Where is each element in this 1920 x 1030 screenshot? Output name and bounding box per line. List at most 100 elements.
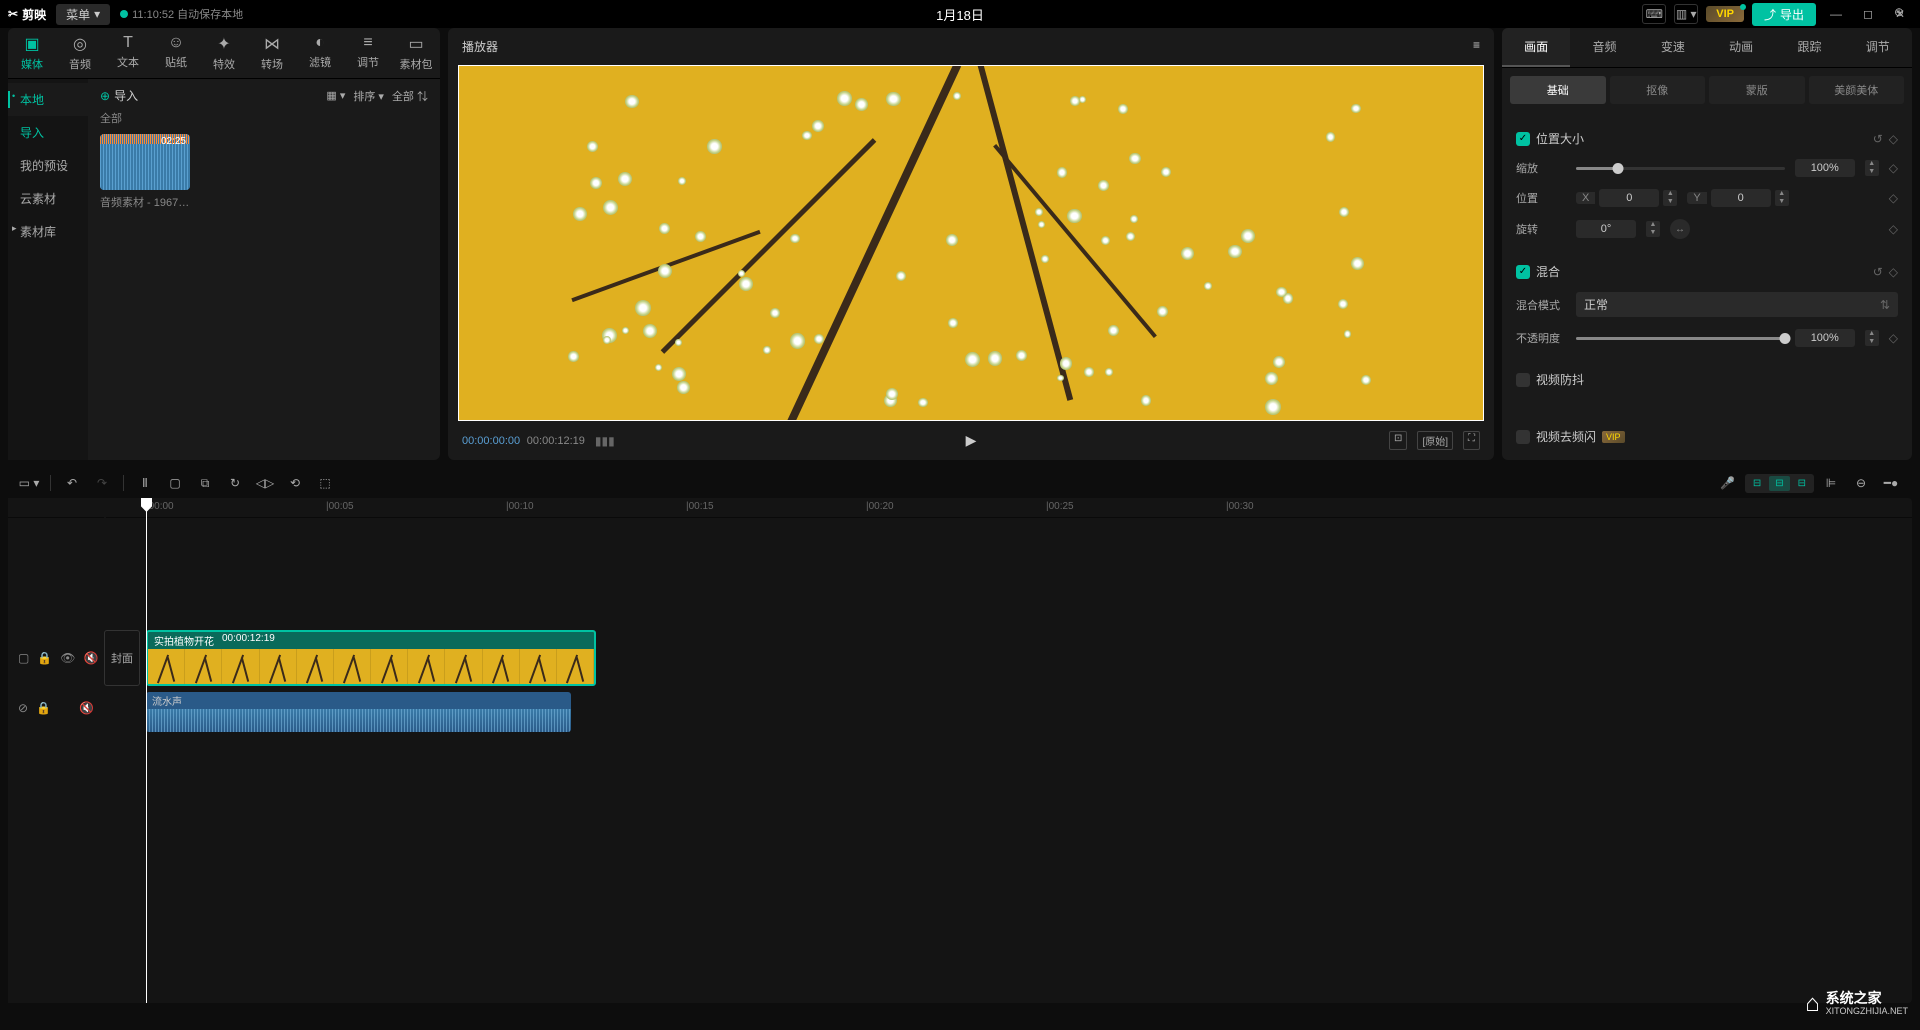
pos-keyframe-icon[interactable]: ◇ bbox=[1889, 191, 1898, 205]
opacity-value[interactable]: 100% bbox=[1795, 329, 1855, 347]
layout-toggle-icon[interactable]: ▦ ▾ bbox=[326, 89, 345, 102]
props-tab-track[interactable]: 跟踪 bbox=[1775, 28, 1843, 67]
track-eye-icon[interactable]: 👁 bbox=[60, 651, 75, 665]
pos-size-checkbox[interactable]: ✓ bbox=[1516, 132, 1530, 146]
blend-keyframe-icon[interactable]: ◇ bbox=[1889, 265, 1898, 279]
snap-1[interactable]: ⊟ bbox=[1747, 476, 1767, 491]
props-tab-adjust[interactable]: 调节 bbox=[1844, 28, 1912, 67]
opacity-slider[interactable] bbox=[1576, 337, 1785, 340]
split-icon[interactable]: Ⅱ bbox=[132, 471, 158, 495]
ratio-button[interactable]: [原始] bbox=[1417, 431, 1453, 450]
columns-icon[interactable]: ▮▮▮ bbox=[595, 434, 615, 448]
track-lock-icon[interactable]: 🔒 bbox=[37, 651, 52, 665]
flip-icon[interactable]: ↔ bbox=[1670, 219, 1690, 239]
sidebar-item-presets[interactable]: 我的预设 bbox=[8, 149, 88, 182]
mic-icon[interactable]: 🎤 bbox=[1715, 471, 1741, 495]
track-toggle-icon[interactable]: ▢ bbox=[18, 651, 29, 665]
tab-effects[interactable]: ✦特效 bbox=[200, 28, 248, 78]
crop-tool-icon[interactable]: ⬚ bbox=[312, 471, 338, 495]
scale-value[interactable]: 100% bbox=[1795, 159, 1855, 177]
blend-checkbox[interactable]: ✓ bbox=[1516, 265, 1530, 279]
track-mute-icon[interactable]: 🔇 bbox=[84, 651, 99, 665]
audio-track-lock-icon[interactable]: 🔒 bbox=[36, 701, 51, 715]
tab-sticker[interactable]: ☺贴纸 bbox=[152, 28, 200, 78]
rotate-icon[interactable]: ⟲ bbox=[282, 471, 308, 495]
maximize-button[interactable]: ◻ bbox=[1856, 4, 1880, 24]
tab-assets[interactable]: ▭素材包 bbox=[392, 28, 440, 78]
scale-slider[interactable] bbox=[1576, 167, 1785, 170]
scale-keyframe-icon[interactable]: ◇ bbox=[1889, 161, 1898, 175]
copy-icon[interactable]: ⧉ bbox=[192, 471, 218, 495]
sort-button[interactable]: 排序 ▾ bbox=[353, 88, 384, 104]
rotate-keyframe-icon[interactable]: ◇ bbox=[1889, 222, 1898, 236]
reverse-icon[interactable]: ↻ bbox=[222, 471, 248, 495]
blend-mode-select[interactable]: 正常⇅ bbox=[1576, 292, 1898, 317]
media-clip[interactable]: 02:25 音频素材 - 1967.mp3 bbox=[100, 134, 190, 210]
pos-x-value[interactable]: 0 bbox=[1599, 189, 1659, 207]
zoom-out-icon[interactable]: ⊖ bbox=[1848, 471, 1874, 495]
tab-text[interactable]: T文本 bbox=[104, 28, 152, 78]
video-clip[interactable]: 实拍植物开花 00:00:12:19 bbox=[146, 630, 596, 686]
props-tab-speed[interactable]: 变速 bbox=[1639, 28, 1707, 67]
snap-2[interactable]: ⊟ bbox=[1769, 476, 1789, 491]
keyboard-icon[interactable]: ⌨ bbox=[1642, 4, 1666, 24]
subtab-cutout[interactable]: 抠像 bbox=[1610, 76, 1706, 104]
props-tab-anim[interactable]: 动画 bbox=[1707, 28, 1775, 67]
opacity-keyframe-icon[interactable]: ◇ bbox=[1889, 331, 1898, 345]
align-icon[interactable]: ⊫ bbox=[1818, 471, 1844, 495]
time-current: 00:00:00:00 bbox=[462, 435, 520, 447]
sidebar-item-import[interactable]: 导入 bbox=[8, 116, 88, 149]
tab-transition[interactable]: ⋈转场 bbox=[248, 28, 296, 78]
layout-icon[interactable]: ▥ ▾ bbox=[1674, 4, 1698, 24]
snap-3[interactable]: ⊟ bbox=[1792, 476, 1812, 491]
play-button[interactable]: ▶ bbox=[966, 432, 977, 449]
tab-adjust[interactable]: ≡调节 bbox=[344, 28, 392, 78]
player-canvas[interactable] bbox=[458, 65, 1484, 421]
zoom-in-icon[interactable]: ⊕ bbox=[1886, 0, 1912, 24]
player-title: 播放器 bbox=[462, 38, 498, 55]
vip-badge[interactable]: VIP bbox=[1706, 6, 1744, 22]
props-tab-picture[interactable]: 画面 bbox=[1502, 28, 1570, 67]
video-track-controls: ▢ 🔒 👁 🔇 bbox=[8, 628, 104, 688]
export-button[interactable]: ⤴导出 bbox=[1752, 3, 1816, 26]
zoom-slider-icon[interactable]: ━● bbox=[1878, 471, 1904, 495]
timeline-ruler[interactable]: |00:00 |00:05 |00:10 |00:15 |00:20 |00:2… bbox=[106, 498, 1912, 518]
fullscreen-icon[interactable]: ⛶ bbox=[1463, 431, 1480, 450]
import-button[interactable]: ⊕导入 bbox=[100, 87, 138, 104]
media-panel: ▣媒体 ◎音频 T文本 ☺贴纸 ✦特效 ⋈转场 ◐滤镜 ≡调节 ▭素材包 •本地… bbox=[8, 28, 440, 460]
clip-name: 音频素材 - 1967.mp3 bbox=[100, 194, 190, 210]
crop-icon[interactable]: ⊡ bbox=[1389, 431, 1407, 450]
tab-filter[interactable]: ◐滤镜 bbox=[296, 28, 344, 78]
properties-panel: 画面 音频 变速 动画 跟踪 调节 基础 抠像 蒙版 美颜美体 ✓ 位置大小 ↺… bbox=[1502, 28, 1912, 460]
props-tab-audio[interactable]: 音频 bbox=[1570, 28, 1638, 67]
stabilize-checkbox[interactable] bbox=[1516, 373, 1530, 387]
tab-audio[interactable]: ◎音频 bbox=[56, 28, 104, 78]
playhead[interactable] bbox=[146, 498, 147, 1003]
audio-track-toggle-icon[interactable]: ⊘ bbox=[18, 701, 28, 715]
subtab-basic[interactable]: 基础 bbox=[1510, 76, 1606, 104]
keyframe-icon[interactable]: ◇ bbox=[1889, 132, 1898, 146]
player-menu-icon[interactable]: ≡ bbox=[1473, 38, 1480, 55]
undo-icon[interactable]: ↶ bbox=[59, 471, 85, 495]
rotate-value[interactable]: 0° bbox=[1576, 220, 1636, 238]
blend-reset-icon[interactable]: ↺ bbox=[1873, 265, 1883, 279]
pos-y-value[interactable]: 0 bbox=[1711, 189, 1771, 207]
menu-button[interactable]: 菜单▾ bbox=[56, 4, 110, 25]
audio-track-mute-icon[interactable]: 🔇 bbox=[79, 701, 94, 715]
delete-icon[interactable]: ▢ bbox=[162, 471, 188, 495]
sidebar-item-library[interactable]: ▸素材库 bbox=[8, 215, 88, 248]
reset-icon[interactable]: ↺ bbox=[1873, 132, 1883, 146]
subtab-mask[interactable]: 蒙版 bbox=[1709, 76, 1805, 104]
subtab-beauty[interactable]: 美颜美体 bbox=[1809, 76, 1905, 104]
deflicker-checkbox[interactable] bbox=[1516, 430, 1530, 444]
filter-button[interactable]: 全部 ⇅ bbox=[392, 88, 428, 104]
sidebar-item-cloud[interactable]: 云素材 bbox=[8, 182, 88, 215]
tab-media[interactable]: ▣媒体 bbox=[8, 28, 56, 78]
audio-clip[interactable]: 流水声 bbox=[146, 692, 571, 732]
sidebar-item-local[interactable]: •本地 bbox=[8, 83, 88, 116]
redo-icon[interactable]: ↷ bbox=[89, 471, 115, 495]
select-tool-icon[interactable]: ▭ ▾ bbox=[16, 471, 42, 495]
mirror-icon[interactable]: ◁▷ bbox=[252, 471, 278, 495]
minimize-button[interactable]: — bbox=[1824, 4, 1848, 24]
vip-tag: VIP bbox=[1602, 431, 1625, 443]
